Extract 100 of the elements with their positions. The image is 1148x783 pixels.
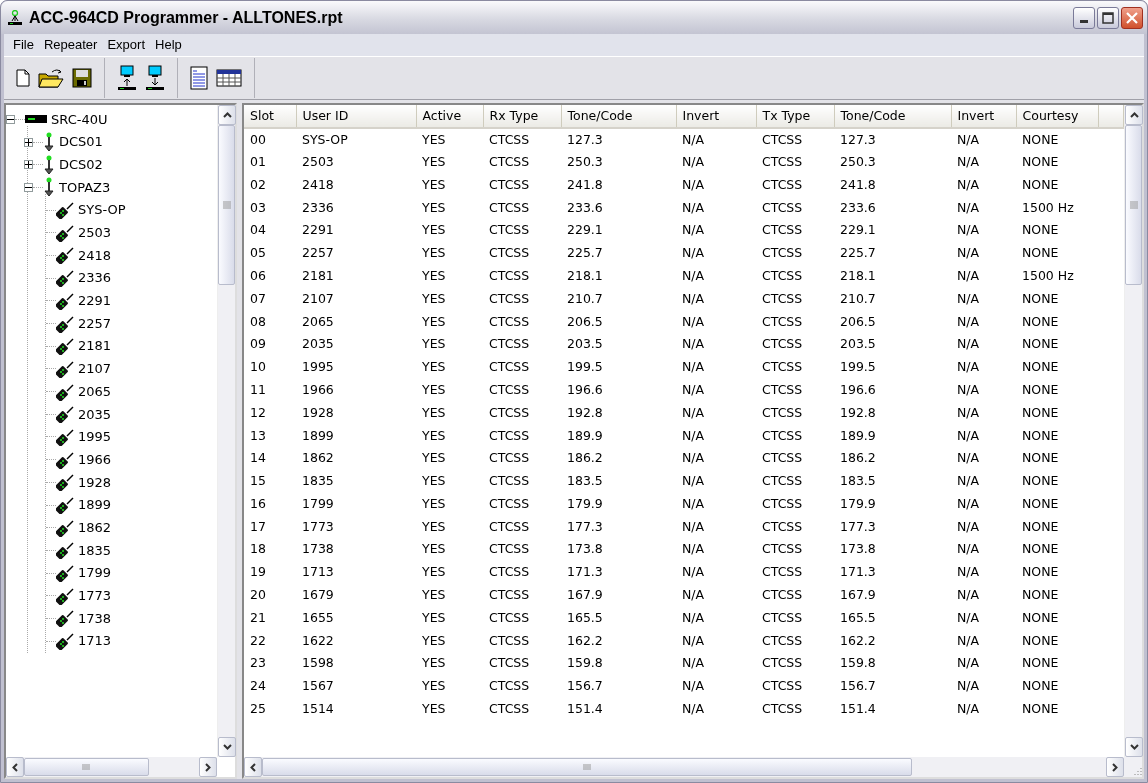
scroll-thumb[interactable] — [1125, 125, 1142, 285]
scroll-left-button[interactable] — [6, 757, 24, 777]
column-header[interactable]: Tone/Code — [834, 105, 951, 128]
table-cell-text: CTCSS — [761, 335, 804, 354]
table-cell-text: 189.9 — [839, 426, 877, 445]
tree-item[interactable]: 2257 — [74, 313, 112, 334]
tree-item[interactable]: 1799 — [74, 563, 112, 583]
expand-toggle[interactable] — [24, 182, 33, 192]
tree-item[interactable]: 1738 — [74, 608, 112, 629]
tree-item[interactable]: 1995 — [74, 427, 112, 447]
tree-item[interactable]: SYS-OP — [74, 200, 126, 220]
open-folder-button[interactable] — [38, 68, 64, 88]
table-cell-text: CTCSS — [761, 198, 804, 217]
scroll-thumb[interactable] — [218, 125, 235, 285]
table-cell-text: 162.2 — [839, 631, 877, 650]
tree-item[interactable]: 2065 — [74, 381, 112, 402]
table-cell-text: 23 — [249, 654, 267, 673]
tree-item[interactable]: 1773 — [74, 586, 112, 606]
table-cell-text: CTCSS — [761, 175, 804, 194]
tree-item[interactable]: 2336 — [74, 268, 112, 288]
table-cell-text: N/A — [681, 198, 706, 217]
vertical-scrollbar[interactable] — [217, 105, 235, 757]
tree-item[interactable]: DCS02 — [55, 154, 103, 175]
scroll-up-button[interactable] — [1125, 105, 1143, 125]
scroll-right-button[interactable] — [199, 757, 217, 777]
scroll-left-button[interactable] — [244, 757, 262, 777]
scroll-down-button[interactable] — [218, 737, 236, 757]
table-cell-text: 25 — [249, 700, 267, 719]
horizontal-scrollbar[interactable] — [244, 757, 1124, 777]
table-cell-text: NONE — [1021, 244, 1060, 263]
scroll-thumb[interactable] — [262, 758, 912, 776]
antenna-icon — [43, 154, 55, 175]
table-cell-text: NONE — [1021, 608, 1060, 627]
table-cell-text: YES — [421, 266, 447, 285]
table-cell-text: CTCSS — [488, 517, 531, 536]
tree-item[interactable]: 2291 — [74, 291, 112, 311]
column-header[interactable]: Courtesy — [1016, 105, 1098, 128]
table-cell: SYS-OP — [296, 128, 416, 151]
table-cell: 127.3 — [561, 128, 676, 151]
tree-item[interactable]: 1835 — [74, 540, 112, 561]
table-cell-text: CTCSS — [761, 244, 804, 263]
tree-item[interactable]: 2503 — [74, 223, 112, 243]
column-header[interactable]: Active — [416, 105, 483, 128]
tree-item[interactable]: SRC-40U — [47, 109, 108, 130]
column-header[interactable]: Invert — [676, 105, 756, 128]
save-button[interactable] — [72, 68, 92, 88]
table-cell-text: 01 — [249, 152, 267, 171]
expand-toggle[interactable] — [6, 114, 15, 124]
expand-toggle[interactable] — [24, 160, 33, 170]
column-header[interactable]: Tx Type — [756, 105, 834, 128]
table-cell-text: 19 — [249, 563, 267, 582]
scroll-up-button[interactable] — [218, 105, 236, 125]
tree-item[interactable]: DCS01 — [55, 132, 103, 152]
column-header[interactable]: Invert — [951, 105, 1016, 128]
minimize-button[interactable] — [1073, 6, 1095, 29]
tree-item[interactable]: 1862 — [74, 517, 112, 538]
scroll-right-button[interactable] — [1106, 757, 1124, 777]
tree-item[interactable]: 2035 — [74, 404, 112, 425]
column-header[interactable]: User ID — [296, 105, 416, 128]
horizontal-scrollbar[interactable] — [6, 757, 217, 777]
menu-item[interactable]: File — [8, 34, 39, 56]
table-cell-text: YES — [421, 700, 447, 719]
menu-item[interactable]: Export — [102, 34, 150, 56]
upload-button[interactable] — [117, 65, 137, 91]
tree-item[interactable]: 1928 — [74, 472, 112, 493]
table-cell-text: N/A — [956, 563, 981, 582]
tree-item[interactable]: 1899 — [74, 495, 112, 515]
tree-item[interactable]: 2181 — [74, 336, 112, 356]
tree-item[interactable]: 1966 — [74, 449, 112, 470]
table-cell-text: 167.9 — [566, 586, 604, 605]
column-header[interactable]: Tone/Code — [561, 105, 676, 128]
resize-grip-icon[interactable] — [1124, 757, 1142, 777]
expand-toggle[interactable] — [24, 137, 33, 147]
report-view-button[interactable] — [190, 66, 208, 90]
tree-item[interactable]: 1713 — [74, 631, 112, 651]
close-button[interactable] — [1121, 6, 1143, 29]
download-button[interactable] — [145, 65, 165, 91]
table-cell-text: 179.9 — [566, 494, 604, 513]
table-cell-text: CTCSS — [488, 175, 531, 194]
maximize-button[interactable] — [1097, 6, 1119, 29]
column-header[interactable]: Slot — [244, 105, 296, 128]
table-cell-text: 241.8 — [566, 175, 604, 194]
menu-item[interactable]: Help — [150, 34, 187, 56]
tree-item[interactable]: TOPAZ3 — [55, 177, 111, 198]
tree-item[interactable]: 2418 — [74, 245, 112, 266]
scroll-thumb[interactable] — [24, 758, 149, 776]
new-file-button[interactable] — [16, 69, 30, 87]
chevron-down-icon — [1129, 744, 1139, 750]
table-cell-text: YES — [421, 608, 447, 627]
table-cell-text: CTCSS — [761, 403, 804, 422]
table-cell-text: 183.5 — [566, 472, 604, 491]
menu-item[interactable]: Repeater — [38, 34, 103, 56]
vertical-scrollbar[interactable] — [1124, 105, 1142, 757]
scroll-down-button[interactable] — [1125, 737, 1143, 757]
tree-item[interactable]: 2107 — [74, 359, 112, 379]
column-header[interactable]: Rx Type — [483, 105, 561, 128]
table-cell-text: CTCSS — [761, 221, 804, 240]
table-cell-text: 189.9 — [566, 426, 604, 445]
table-cell-text: CTCSS — [761, 449, 804, 468]
table-view-button[interactable] — [216, 69, 242, 87]
